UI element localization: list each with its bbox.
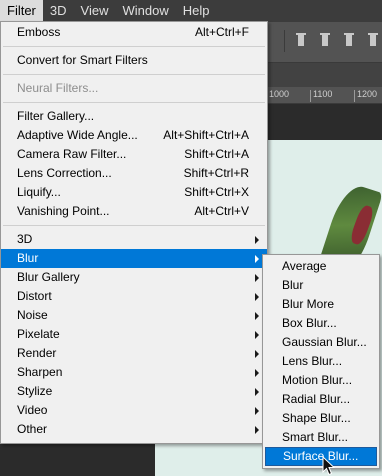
blur-item-box-blur[interactable]: Box Blur... (263, 314, 379, 333)
blur-item-motion-blur[interactable]: Motion Blur... (263, 371, 379, 390)
submenu-arrow-icon (255, 407, 259, 415)
menu-item-label: Blur Gallery (17, 270, 80, 284)
menu-item-label: Pixelate (17, 327, 60, 341)
menu-item-liquify[interactable]: Liquify... Shift+Ctrl+X (1, 183, 267, 202)
menu-item-label: Liquify... (17, 185, 61, 199)
blur-submenu: Average Blur Blur More Box Blur... Gauss… (262, 254, 380, 469)
menu-item-stylize[interactable]: Stylize (1, 382, 267, 401)
menu-item-filter-gallery[interactable]: Filter Gallery... (1, 107, 267, 126)
menu-item-label: Filter Gallery... (17, 109, 95, 123)
menu-item-label: Convert for Smart Filters (17, 53, 148, 67)
options-separator (284, 30, 285, 52)
blur-item-blur-more[interactable]: Blur More (263, 295, 379, 314)
submenu-arrow-icon (255, 255, 259, 263)
menu-item-sharpen[interactable]: Sharpen (1, 363, 267, 382)
shortcut-label: Shift+Ctrl+A (184, 147, 249, 161)
menu-item-convert-smart-filters[interactable]: Convert for Smart Filters (1, 51, 267, 70)
menu-item-blur-gallery[interactable]: Blur Gallery (1, 268, 267, 287)
menu-separator (3, 102, 265, 103)
menu-help[interactable]: Help (176, 0, 217, 22)
submenu-arrow-icon (255, 331, 259, 339)
menu-item-emboss[interactable]: Emboss Alt+Ctrl+F (1, 23, 267, 42)
photoshop-window: Filter 3D View Window Help 1000 1100 120… (0, 0, 382, 476)
menu-item-label: Video (17, 403, 48, 417)
menu-item-neural-filters: Neural Filters... (1, 79, 267, 98)
submenu-arrow-icon (255, 312, 259, 320)
menu-item-label: Vanishing Point... (17, 204, 110, 218)
menu-item-label: Noise (17, 308, 48, 322)
menu-view[interactable]: View (74, 0, 116, 22)
menu-item-label: Render (17, 346, 57, 360)
align-bottom-icon[interactable] (342, 32, 356, 48)
submenu-arrow-icon (255, 426, 259, 434)
blur-item-average[interactable]: Average (263, 257, 379, 276)
menu-separator (3, 46, 265, 47)
blur-item-radial-blur[interactable]: Radial Blur... (263, 390, 379, 409)
menu-item-video[interactable]: Video (1, 401, 267, 420)
menu-3d[interactable]: 3D (43, 0, 74, 22)
menu-item-adaptive-wide-angle[interactable]: Adaptive Wide Angle... Alt+Shift+Ctrl+A (1, 126, 267, 145)
blur-item-gaussian-blur[interactable]: Gaussian Blur... (263, 333, 379, 352)
menu-window[interactable]: Window (115, 0, 175, 22)
shortcut-label: Alt+Ctrl+F (194, 25, 249, 39)
menu-item-pixelate[interactable]: Pixelate (1, 325, 267, 344)
ruler-tick: 1200 (354, 90, 377, 102)
menu-item-label: 3D (17, 232, 33, 246)
menu-item-label: Emboss (17, 25, 61, 39)
submenu-arrow-icon (255, 236, 259, 244)
submenu-arrow-icon (255, 274, 259, 282)
menu-item-label: Sharpen (17, 365, 63, 379)
menu-item-label: Other (17, 422, 48, 436)
blur-item-blur[interactable]: Blur (263, 276, 379, 295)
menu-separator (3, 225, 265, 226)
menu-item-label: Lens Correction... (17, 166, 112, 180)
menu-item-lens-correction[interactable]: Lens Correction... Shift+Ctrl+R (1, 164, 267, 183)
align-top-icon[interactable] (294, 32, 308, 48)
submenu-arrow-icon (255, 350, 259, 358)
menu-item-label: Distort (17, 289, 52, 303)
filter-menu: Emboss Alt+Ctrl+F Convert for Smart Filt… (0, 21, 268, 444)
align-vertical-center-icon[interactable] (318, 32, 332, 48)
submenu-arrow-icon (255, 388, 259, 396)
mouse-pointer-icon (322, 456, 336, 476)
shortcut-label: Alt+Shift+Ctrl+A (163, 128, 249, 142)
menu-item-vanishing-point[interactable]: Vanishing Point... Alt+Ctrl+V (1, 202, 267, 221)
menu-item-label: Camera Raw Filter... (17, 147, 127, 161)
menu-item-label: Neural Filters... (17, 81, 99, 95)
blur-item-lens-blur[interactable]: Lens Blur... (263, 352, 379, 371)
submenu-arrow-icon (255, 369, 259, 377)
menu-item-blur[interactable]: Blur (1, 249, 267, 268)
menu-item-label: Adaptive Wide Angle... (17, 128, 138, 142)
shortcut-label: Shift+Ctrl+X (184, 185, 249, 199)
menu-item-label: Blur (17, 251, 39, 265)
shortcut-label: Shift+Ctrl+R (183, 166, 249, 180)
menu-filter[interactable]: Filter (0, 0, 43, 22)
ruler-tick: 1000 (266, 90, 289, 102)
menu-separator (3, 74, 265, 75)
menu-item-camera-raw-filter[interactable]: Camera Raw Filter... Shift+Ctrl+A (1, 145, 267, 164)
menu-item-distort[interactable]: Distort (1, 287, 267, 306)
blur-item-shape-blur[interactable]: Shape Blur... (263, 409, 379, 428)
blur-item-surface-blur[interactable]: Surface Blur... (265, 447, 377, 466)
submenu-arrow-icon (255, 293, 259, 301)
blur-item-smart-blur[interactable]: Smart Blur... (263, 428, 379, 447)
shortcut-label: Alt+Ctrl+V (194, 204, 249, 218)
align-left-icon[interactable] (366, 32, 380, 48)
menu-item-other[interactable]: Other (1, 420, 267, 439)
menu-item-3d[interactable]: 3D (1, 230, 267, 249)
ruler-tick: 1100 (310, 90, 332, 102)
menu-item-label: Stylize (17, 384, 53, 398)
menu-item-noise[interactable]: Noise (1, 306, 267, 325)
menu-item-render[interactable]: Render (1, 344, 267, 363)
menu-bar: Filter 3D View Window Help (0, 0, 382, 22)
